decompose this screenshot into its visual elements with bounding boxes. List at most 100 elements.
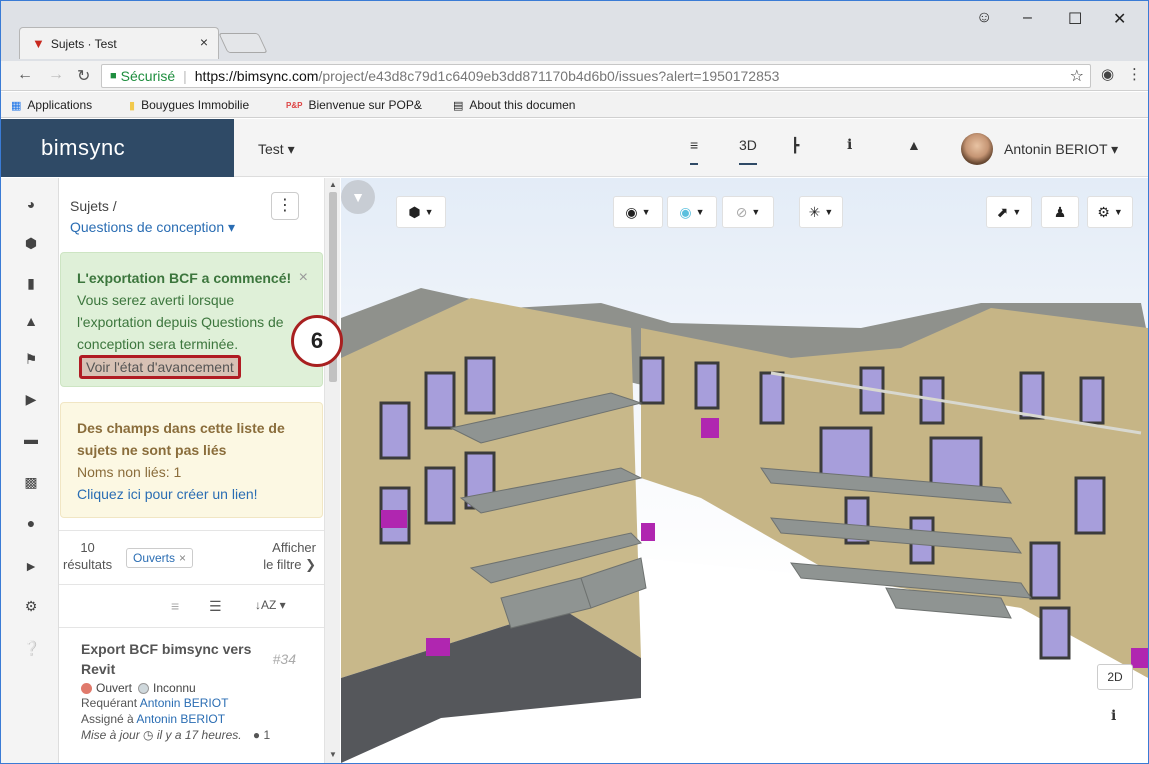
cursor-icon: ⬈ bbox=[996, 203, 1009, 220]
close-icon[interactable]: × bbox=[299, 267, 308, 289]
bookmark-star-icon[interactable]: ☆ bbox=[1070, 66, 1084, 86]
compact-list-icon[interactable]: ≡ bbox=[171, 598, 179, 614]
caret-icon: ▼ bbox=[824, 207, 834, 217]
megaphone-icon[interactable]: ► bbox=[23, 558, 39, 574]
scroll-up-icon[interactable]: ▲ bbox=[329, 180, 337, 189]
gear-icon[interactable]: ⚙ bbox=[23, 598, 39, 615]
icon-sidebar: ◕ ⬢ ▮ ▲ ⚑ ▶ ▬ ▩ ● ► ⚙ ❔ bbox=[1, 178, 59, 763]
project-dropdown[interactable]: Test ▾ bbox=[258, 141, 295, 158]
user-menu[interactable]: Antonin BERIOT ▾ bbox=[1004, 141, 1118, 158]
filter-toggle-button[interactable]: ▼ bbox=[341, 180, 375, 214]
warning-icon[interactable]: ▲ bbox=[23, 313, 39, 329]
view-progress-button[interactable]: Voir l'état d'avancement bbox=[79, 355, 241, 379]
cube-icon[interactable]: ⬢ bbox=[23, 235, 39, 252]
caret-icon: ▼ bbox=[424, 207, 434, 217]
caret-icon: ▼ bbox=[695, 207, 705, 217]
panel-scrollbar[interactable]: ▲ ▼ bbox=[324, 178, 340, 763]
book-icon: ▤ bbox=[453, 99, 464, 112]
create-link[interactable]: Cliquez ici pour créer un lien! bbox=[77, 486, 258, 502]
tab-close-icon[interactable]: × bbox=[200, 34, 208, 50]
bookmark-pop[interactable]: P&P Bienvenue sur POP& bbox=[286, 98, 422, 112]
issue-number: #34 bbox=[272, 651, 296, 667]
chip-remove-icon[interactable]: × bbox=[179, 551, 186, 565]
filter-chip-open[interactable]: Ouverts × bbox=[126, 548, 194, 568]
show-all-dropdown[interactable]: ◉ ▼ bbox=[613, 196, 663, 228]
scroll-down-icon[interactable]: ▼ bbox=[329, 750, 337, 759]
folder-icon: ▮ bbox=[129, 99, 136, 112]
forward-icon[interactable]: → bbox=[48, 66, 64, 84]
url-input[interactable]: ■ Sécurisé | https://bimsync.com /projec… bbox=[101, 64, 1091, 88]
walk-mode-button[interactable]: ♟ bbox=[1041, 196, 1079, 228]
logo-text: bimsync bbox=[41, 135, 126, 160]
close-window-icon[interactable]: ✕ bbox=[1113, 9, 1126, 29]
list-item[interactable]: Export BCF bimsync vers Revit #34 Ouvert… bbox=[59, 629, 324, 763]
issue-title[interactable]: Export BCF bimsync vers Revit bbox=[81, 639, 256, 679]
isolate-dropdown[interactable]: ◉ ▼ bbox=[667, 196, 717, 228]
more-options-button[interactable]: ⋮ bbox=[271, 192, 299, 220]
export-alert-text: Vous serez averti lorsque l'exportation … bbox=[77, 292, 284, 352]
browser-tab[interactable]: ▼ Sujets · Test × bbox=[19, 27, 219, 59]
megaphone-icon[interactable]: ▲ bbox=[907, 137, 921, 153]
bimsync-logo[interactable]: bimsync bbox=[1, 119, 234, 177]
tags-icon[interactable]: ▶ bbox=[23, 391, 39, 408]
export-alert: × L'exportation BCF a commencé! Vous ser… bbox=[60, 252, 323, 387]
3d-viewer[interactable]: ▼ ⬢ ▼ ◉ ▼ ◉ ▼ ⊘ ▼ ✳ ▼ ⬈ ▼ ♟ ⚙ ▼ 2D i bbox=[341, 178, 1148, 763]
avatar[interactable] bbox=[961, 133, 993, 165]
results-label: résultats bbox=[63, 557, 113, 572]
breadcrumb[interactable]: Sujets / bbox=[70, 198, 117, 214]
folder-icon[interactable]: ▬ bbox=[23, 431, 39, 447]
bookmark-apps[interactable]: ▦ Applications bbox=[11, 98, 92, 112]
extension-icon[interactable]: ◉ bbox=[1101, 65, 1114, 83]
info-icon[interactable]: i bbox=[847, 137, 852, 153]
dashboard-icon[interactable]: ◕ bbox=[23, 196, 39, 212]
users-icon[interactable]: ● bbox=[23, 515, 39, 531]
bookmark-about[interactable]: ▤ About this documen bbox=[453, 98, 575, 112]
detailed-list-icon[interactable]: ☰ bbox=[209, 598, 222, 615]
address-bar-row: ← → ↻ ■ Sécurisé | https://bimsync.com /… bbox=[1, 61, 1148, 91]
show-filter-button[interactable]: Afficher le filtre ❯ bbox=[263, 539, 316, 573]
map-pin-icon: ▼ bbox=[32, 36, 45, 51]
toggle-2d-button[interactable]: 2D bbox=[1097, 664, 1133, 690]
explode-dropdown[interactable]: ✳ ▼ bbox=[799, 196, 843, 228]
issue-status: Ouvert Inconnu bbox=[81, 681, 324, 695]
bookmark-icon[interactable]: ▮ bbox=[23, 275, 39, 292]
bookmark-bouygues[interactable]: ▮ Bouygues Immobilie bbox=[129, 98, 249, 112]
hide-dropdown[interactable]: ⊘ ▼ bbox=[722, 196, 774, 228]
assignee-link[interactable]: Antonin BERIOT bbox=[136, 712, 225, 726]
select-tool-dropdown[interactable]: ⬈ ▼ bbox=[986, 196, 1032, 228]
model-dropdown[interactable]: ⬢ ▼ bbox=[396, 196, 446, 228]
help-icon[interactable]: ❔ bbox=[23, 640, 40, 657]
tab-3d[interactable]: 3D bbox=[739, 137, 757, 165]
profile-icon[interactable]: ☺ bbox=[976, 9, 992, 27]
back-icon[interactable]: ← bbox=[17, 66, 33, 84]
results-number: 10 bbox=[80, 540, 95, 555]
browser-menu-icon[interactable]: ⋮ bbox=[1127, 65, 1142, 83]
bookmark-label: Applications bbox=[27, 98, 93, 112]
book-icon[interactable]: ▩ bbox=[23, 474, 39, 491]
requester-label: Requérant bbox=[81, 696, 138, 710]
tree-icon[interactable]: ┣ bbox=[791, 137, 799, 154]
caret-icon: ▼ bbox=[641, 207, 651, 217]
viewer-info-icon[interactable]: i bbox=[1111, 708, 1116, 724]
list-view-icon[interactable]: ≡ bbox=[690, 137, 699, 165]
sort-dropdown[interactable]: ↓AZ ▾ bbox=[255, 598, 286, 612]
explode-icon: ✳ bbox=[808, 203, 821, 220]
requester-link[interactable]: Antonin BERIOT bbox=[140, 696, 229, 710]
caret-icon: ▼ bbox=[751, 207, 761, 217]
status-open-dot bbox=[81, 682, 92, 694]
cube-icon: ⬢ bbox=[408, 203, 421, 220]
updated-when: il y a 17 heures. bbox=[156, 728, 242, 742]
category-dropdown[interactable]: Questions de conception ▾ bbox=[70, 219, 235, 236]
minimize-icon[interactable]: – bbox=[1023, 9, 1032, 27]
new-tab-button[interactable] bbox=[218, 33, 268, 53]
settings-dropdown[interactable]: ⚙ ▼ bbox=[1087, 196, 1133, 228]
comment-icon: ● bbox=[252, 728, 261, 742]
url-separator: | bbox=[183, 68, 187, 84]
flag-icon[interactable]: ⚑ bbox=[23, 351, 39, 368]
status-open-label: Ouvert bbox=[96, 681, 133, 695]
maximize-icon[interactable]: ☐ bbox=[1068, 9, 1082, 29]
chip-label: Ouverts bbox=[133, 551, 176, 565]
url-host: https://bimsync.com bbox=[194, 68, 319, 84]
reload-icon[interactable]: ↻ bbox=[77, 66, 90, 86]
apps-grid-icon: ▦ bbox=[11, 99, 22, 112]
